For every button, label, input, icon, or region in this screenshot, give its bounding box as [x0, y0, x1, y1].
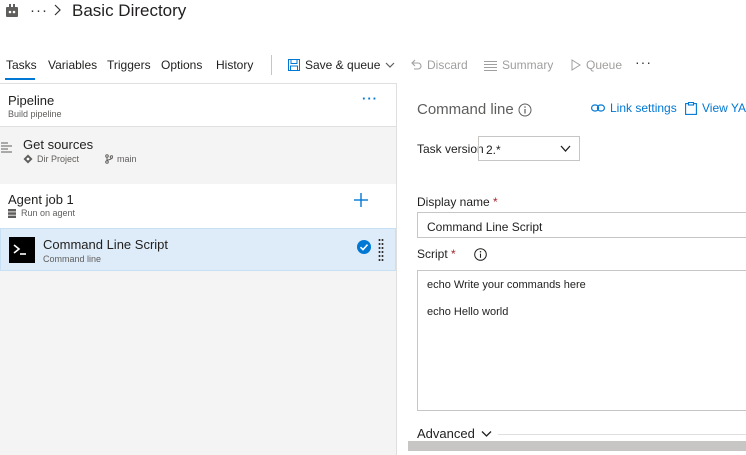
server-icon: [8, 208, 16, 218]
task-detail-title: Command line: [417, 101, 514, 118]
info-icon[interactable]: [474, 248, 487, 261]
save-queue-label: Save & queue: [305, 58, 381, 72]
branch-info: main: [105, 154, 137, 164]
display-name-field[interactable]: Command Line Script: [417, 212, 746, 238]
header: ··· Basic Directory: [0, 0, 746, 40]
chevron-right-icon: [54, 4, 61, 16]
save-queue-button[interactable]: Save & queue: [288, 56, 395, 74]
advanced-label: Advanced: [417, 426, 475, 441]
get-sources-item[interactable]: Get sources Dir Project main: [0, 128, 396, 174]
repo-icon: [23, 154, 33, 164]
undo-icon: [411, 59, 422, 70]
task-version-select[interactable]: 2.*: [478, 136, 580, 161]
pipeline-header[interactable]: Pipeline Build pipeline ···: [0, 84, 396, 127]
display-name-label-text: Display name: [417, 195, 490, 209]
tab-triggers[interactable]: Triggers: [107, 58, 151, 72]
task-subtitle: Command line: [43, 254, 102, 264]
toolbar-more-icon[interactable]: ···: [635, 54, 652, 70]
link-settings-label: Link settings: [610, 101, 677, 115]
task-command-line-script[interactable]: Command Line Script Command line: [0, 228, 396, 271]
view-yaml-label: View YA: [702, 101, 746, 115]
queue-button[interactable]: Queue: [571, 56, 622, 74]
terminal-icon: [9, 237, 35, 263]
agent-job-subtitle: Run on agent: [8, 208, 75, 218]
branch-name: main: [117, 154, 137, 164]
section-divider: [498, 434, 746, 435]
page-title: Basic Directory: [72, 1, 187, 20]
display-name-label: Display name *: [417, 195, 498, 209]
task-title: Command Line Script: [43, 237, 168, 252]
agent-job[interactable]: Agent job 1 Run on agent: [0, 184, 396, 228]
pipeline-more-icon[interactable]: ···: [362, 91, 378, 106]
discard-button[interactable]: Discard: [410, 56, 468, 74]
sources-meta: Dir Project main: [23, 154, 137, 164]
chevron-down-icon: [385, 62, 395, 68]
required-mark: *: [493, 195, 498, 209]
tab-variables[interactable]: Variables: [48, 58, 97, 72]
toolbar-divider: [271, 55, 272, 75]
horizontal-scrollbar[interactable]: [408, 441, 746, 451]
chevron-down-icon: [481, 430, 492, 437]
pipeline-subtitle: Build pipeline: [8, 109, 62, 119]
required-mark: *: [451, 247, 456, 261]
discard-label: Discard: [427, 58, 468, 72]
pipeline-tree: Pipeline Build pipeline ··· Get sources …: [0, 83, 397, 455]
tab-tasks[interactable]: Tasks: [6, 58, 37, 72]
link-icon: [591, 104, 605, 112]
advanced-section-toggle[interactable]: Advanced: [417, 426, 492, 441]
script-textarea[interactable]: echo Write your commands here echo Hello…: [417, 270, 746, 411]
clipboard-icon: [685, 101, 697, 115]
chevron-down-icon: [560, 145, 571, 152]
branch-icon: [105, 154, 114, 164]
task-version-value: 2.*: [486, 143, 501, 157]
active-tab-indicator: [5, 78, 35, 80]
script-line: echo Hello world: [427, 306, 509, 318]
script-line: echo Write your commands here: [427, 279, 586, 291]
play-icon: [571, 59, 581, 71]
add-task-icon[interactable]: [354, 193, 368, 207]
info-icon[interactable]: [518, 103, 532, 117]
azure-pipelines-icon[interactable]: [5, 4, 19, 18]
queue-label: Queue: [586, 58, 623, 72]
repo-name: Dir Project: [37, 154, 80, 164]
save-icon: [288, 59, 300, 71]
summary-button[interactable]: Summary: [484, 56, 553, 74]
script-label: Script *: [417, 247, 456, 261]
sources-icon: [1, 142, 12, 153]
tab-options[interactable]: Options: [161, 58, 202, 72]
check-circle-icon[interactable]: [357, 240, 371, 254]
breadcrumb-more-icon[interactable]: ···: [30, 2, 48, 19]
toolbar: Tasks Variables Triggers Options History…: [0, 51, 746, 81]
task-detail-pane: Command line Link settings View YA Task …: [398, 83, 746, 455]
summary-label: Summary: [502, 58, 554, 72]
get-sources-title: Get sources: [23, 137, 94, 152]
agent-job-title: Agent job 1: [8, 192, 74, 207]
tab-history[interactable]: History: [216, 58, 253, 72]
view-yaml-button[interactable]: View YA: [685, 101, 746, 115]
script-label-text: Script: [417, 247, 448, 261]
list-icon: [484, 60, 497, 71]
agent-job-run-on: Run on agent: [21, 208, 76, 218]
link-settings-button[interactable]: Link settings: [591, 101, 677, 115]
drag-handle-icon[interactable]: [378, 238, 384, 262]
pipeline-title: Pipeline: [8, 93, 55, 108]
task-version-label: Task version: [417, 142, 484, 156]
